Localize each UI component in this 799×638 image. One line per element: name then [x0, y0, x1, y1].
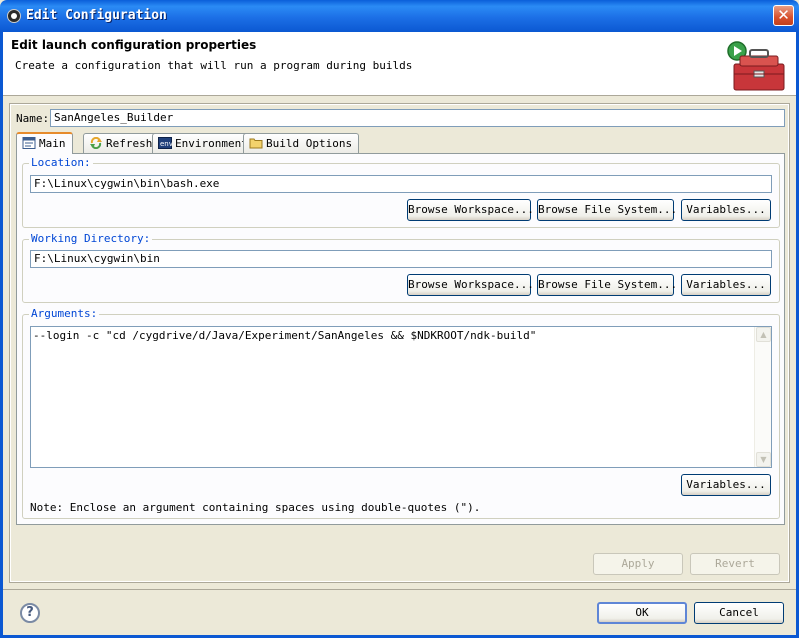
- arguments-scrollbar[interactable]: ▲ ▼: [754, 327, 771, 467]
- scroll-up-icon[interactable]: ▲: [756, 327, 771, 342]
- arguments-label: Arguments:: [29, 307, 100, 320]
- arguments-variables-button[interactable]: Variables...: [681, 474, 771, 496]
- tab-build-options[interactable]: Build Options: [243, 133, 360, 153]
- revert-button[interactable]: Revert: [690, 553, 780, 575]
- working-directory-browse-workspace-button[interactable]: Browse Workspace...: [407, 274, 534, 296]
- tab-build-options-label: Build Options: [266, 137, 353, 150]
- location-field[interactable]: F:\Linux\cygwin\bin\bash.exe: [30, 175, 772, 193]
- location-variables-button[interactable]: Variables...: [681, 199, 771, 221]
- close-icon: ✕: [777, 6, 790, 24]
- ok-button[interactable]: OK: [597, 602, 687, 624]
- folder-icon: [249, 138, 263, 149]
- tab-refresh[interactable]: Refresh: [83, 133, 160, 153]
- dialog-header: Edit launch configuration properties Cre…: [3, 32, 796, 96]
- header-subtitle: Create a configuration that will run a p…: [15, 59, 413, 72]
- eclipse-gear-icon: [7, 9, 21, 23]
- footer-separator: [3, 589, 796, 590]
- tab-environment-label: Environment: [175, 137, 248, 150]
- refresh-icon: [90, 137, 102, 149]
- toolbox-launch-icon: [727, 41, 785, 91]
- tab-main[interactable]: Main: [16, 132, 73, 154]
- main-tab-icon: [22, 137, 36, 149]
- arguments-note: Note: Enclose an argument containing spa…: [30, 501, 481, 514]
- help-icon[interactable]: ?: [20, 603, 40, 623]
- working-directory-label: Working Directory:: [29, 232, 153, 245]
- apply-button[interactable]: Apply: [593, 553, 683, 575]
- location-browse-workspace-button[interactable]: Browse Workspace...: [407, 199, 534, 221]
- arguments-text: --login -c "cd /cygdrive/d/Java/Experime…: [33, 329, 537, 342]
- environment-icon: env: [158, 137, 172, 149]
- working-directory-field[interactable]: F:\Linux\cygwin\bin: [30, 250, 772, 268]
- window-title: Edit Configuration: [26, 8, 167, 23]
- header-title: Edit launch configuration properties: [11, 38, 257, 52]
- name-label: Name:: [16, 112, 50, 125]
- title-bar[interactable]: Edit Configuration ✕: [0, 0, 799, 32]
- svg-text:env: env: [160, 140, 172, 148]
- working-directory-variables-button[interactable]: Variables...: [681, 274, 771, 296]
- tab-refresh-label: Refresh: [106, 137, 153, 150]
- scroll-down-icon[interactable]: ▼: [756, 452, 771, 467]
- name-field[interactable]: SanAngeles_Builder: [50, 109, 785, 127]
- tab-main-label: Main: [39, 137, 66, 150]
- close-button[interactable]: ✕: [773, 5, 794, 26]
- location-label: Location:: [29, 156, 93, 169]
- cancel-button[interactable]: Cancel: [694, 602, 784, 624]
- working-directory-browse-file-system-button[interactable]: Browse File System...: [537, 274, 677, 296]
- arguments-textarea[interactable]: --login -c "cd /cygdrive/d/Java/Experime…: [30, 326, 772, 468]
- location-browse-file-system-button[interactable]: Browse File System...: [537, 199, 677, 221]
- tab-environment[interactable]: env Environment: [152, 133, 255, 153]
